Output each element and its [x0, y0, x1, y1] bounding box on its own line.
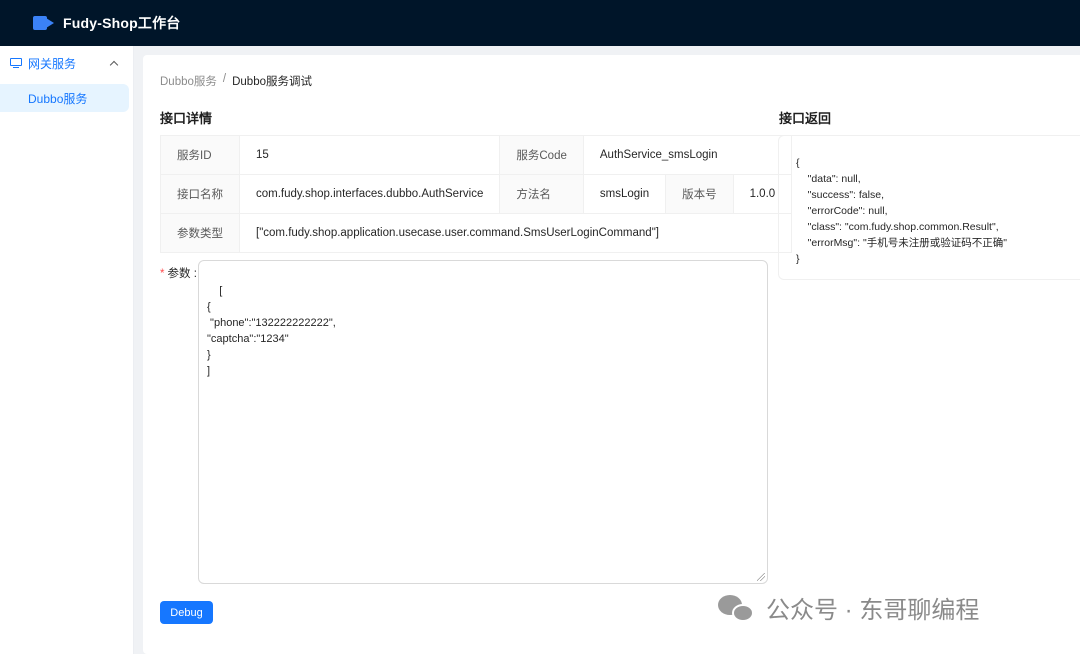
debug-button[interactable]: Debug	[160, 601, 213, 624]
params-label: * 参数 :	[160, 265, 197, 281]
resize-handle-icon[interactable]	[757, 573, 765, 581]
breadcrumb: Dubbo服务 / Dubbo服务调试	[160, 73, 312, 89]
monitor-icon	[10, 57, 22, 69]
breadcrumb-current: Dubbo服务调试	[232, 76, 312, 88]
method-name-label: 方法名	[499, 174, 584, 214]
params-label-text: 参数	[167, 268, 191, 280]
service-id-value: 15	[238, 135, 501, 175]
params-textarea[interactable]: [ { "phone":"132222222222", "captcha":"1…	[198, 260, 768, 584]
breadcrumb-separator: /	[222, 73, 227, 85]
service-code-value: AuthService_smsLogin	[582, 135, 793, 175]
top-header: Fudy-Shop工作台	[0, 0, 1080, 46]
sidebar-item-dubbo[interactable]: Dubbo服务	[0, 84, 129, 112]
logo-icon	[33, 15, 55, 31]
sidebar-group-gateway[interactable]: 网关服务	[0, 46, 133, 80]
breadcrumb-parent[interactable]: Dubbo服务	[160, 73, 217, 89]
interface-name-value: com.fudy.shop.interfaces.dubbo.AuthServi…	[238, 174, 501, 214]
interface-detail-table: 服务ID 15 服务Code AuthService_smsLogin 接口名称…	[160, 135, 793, 253]
service-code-label: 服务Code	[499, 135, 584, 175]
wechat-icon	[718, 591, 758, 625]
sidebar-item-label: Dubbo服务	[28, 91, 88, 106]
sidebar-group-label: 网关服务	[28, 56, 77, 71]
method-name-value: smsLogin	[582, 174, 667, 214]
watermark: 公众号 · 东哥聊编程	[718, 590, 979, 625]
detail-title: 接口详情	[160, 111, 213, 126]
required-mark: *	[160, 268, 165, 280]
sidebar: 网关服务 Dubbo服务	[0, 46, 134, 654]
response-title: 接口返回	[779, 111, 832, 126]
main-content: Dubbo服务 / Dubbo服务调试 接口详情 服务ID 15 服务Code …	[143, 55, 1080, 654]
param-type-label: 参数类型	[160, 213, 240, 253]
version-label: 版本号	[665, 174, 734, 214]
params-label-colon: :	[193, 268, 197, 280]
param-type-value: ["com.fudy.shop.application.usecase.user…	[238, 213, 793, 253]
watermark-text: 公众号 · 东哥聊编程	[766, 597, 980, 624]
chevron-up-icon[interactable]	[109, 60, 119, 69]
response-body: { "data": null, "success": false, "error…	[796, 157, 1007, 265]
interface-name-label: 接口名称	[160, 174, 240, 214]
params-textarea-value: [ { "phone":"132222222222", "captcha":"1…	[207, 285, 336, 377]
app-title: Fudy-Shop工作台	[63, 15, 181, 31]
response-panel: { "data": null, "success": false, "error…	[778, 135, 1080, 280]
service-id-label: 服务ID	[160, 135, 240, 175]
